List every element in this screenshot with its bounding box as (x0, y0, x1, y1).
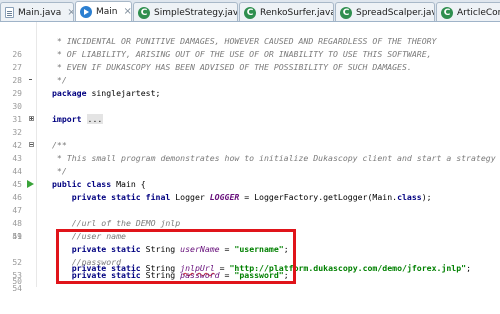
assign-op: = (219, 270, 235, 280)
code-line[interactable]: 30 package singlejartest; (0, 87, 500, 111)
keyword: public class (52, 179, 112, 189)
comment-text: * OF LIABILITY, ARISING OUT OF THE USE O… (52, 49, 432, 59)
tab-label: SimpleStrategy.java (154, 7, 238, 18)
tab-spread-scalper[interactable]: SpreadScalper.java × (335, 2, 435, 21)
keyword: private static final (52, 192, 171, 202)
string-literal: "username" (234, 244, 284, 254)
tab-article-content[interactable]: ArticleConte (436, 2, 500, 21)
type-name: Logger (170, 192, 210, 202)
java-file-icon (5, 7, 14, 18)
line-number: 55 (0, 295, 22, 298)
code-line[interactable]: 54 private static String password = "pas… (0, 269, 500, 293)
tab-label: SpreadScalper.java (356, 7, 435, 18)
password-declaration: private static String password = "passwo… (52, 269, 289, 282)
comment-text: //url of the DEMO jnlp (52, 218, 181, 228)
code-line[interactable]: 45 */ (0, 165, 500, 189)
keyword: package (52, 88, 87, 98)
java-class-icon (340, 6, 352, 19)
tab-main-run-config[interactable]: Main × (75, 1, 132, 21)
code-line[interactable]: 29 */ (0, 74, 500, 98)
code-line[interactable]: 46 public class Main { (0, 178, 500, 202)
string-literal: "password" (234, 270, 284, 280)
semicolon: ; (283, 270, 289, 280)
line-number: 51 (12, 232, 22, 241)
type-name: String (140, 244, 181, 254)
tab-renko-surfer[interactable]: RenkoSurfer.java × (239, 2, 334, 21)
code-line[interactable]: 42 (0, 126, 500, 150)
comment-text: /** (52, 140, 67, 150)
comment-text: * This small program demonstrates how to… (52, 153, 496, 163)
tab-label: Main (96, 7, 118, 17)
type-name: String (140, 270, 181, 280)
code-line[interactable]: 44 * This small program demonstrates how… (0, 152, 500, 176)
run-gutter-icon[interactable] (27, 180, 34, 188)
expression-end: ); (421, 192, 432, 202)
tab-label: Main.java (18, 7, 62, 18)
field-name: password (180, 270, 220, 280)
tab-main-java[interactable]: Main.java × (0, 2, 74, 22)
java-class-icon (244, 6, 256, 19)
comment-text: * INCIDENTAL OR PUNITIVE DAMAGES, HOWEVE… (52, 36, 437, 46)
code-line[interactable]: 51 //user name (0, 230, 500, 243)
code-line[interactable]: 31 (0, 100, 500, 124)
code-line[interactable]: 52 private static String userName = "use… (0, 243, 500, 267)
java-class-icon (441, 6, 453, 19)
keyword: private static (52, 270, 141, 280)
keyword: private static (52, 244, 141, 254)
field-name: userName (180, 244, 220, 254)
run-config-icon (80, 6, 92, 18)
close-icon[interactable]: × (124, 3, 132, 21)
semicolon: ; (283, 244, 289, 254)
fold-end-marker (29, 78, 34, 83)
import-statement: import ... (52, 113, 104, 126)
logger-declaration: private static final Logger LOGGER = Log… (52, 191, 432, 204)
tab-simple-strategy[interactable]: SimpleStrategy.java × (133, 2, 238, 21)
comment-text: * EVEN IF DUKASCOPY HAS BEEN ADVISED OF … (52, 62, 412, 72)
comment-text: */ (52, 166, 67, 176)
assign-op: = (219, 244, 235, 254)
comment-text: //user name (52, 231, 126, 241)
fold-expand-icon[interactable] (29, 116, 34, 121)
code-line[interactable]: 48 (0, 204, 500, 228)
class-declaration: public class Main { (52, 178, 146, 191)
tab-label: ArticleConte (457, 7, 500, 18)
package-declaration: package singlejartest; (52, 87, 160, 100)
code-line[interactable]: 47 private static final Logger LOGGER = … (0, 191, 500, 215)
java-class-icon (138, 6, 150, 19)
code-line[interactable]: 43 /** (0, 139, 500, 163)
keyword: import (52, 114, 82, 124)
comment-text: */ (52, 75, 67, 85)
close-icon[interactable]: × (67, 4, 73, 22)
username-declaration: private static String userName = "userna… (52, 243, 289, 256)
tab-label: RenkoSurfer.java (260, 7, 334, 18)
code-line[interactable]: 53 //password (0, 256, 500, 280)
code-line[interactable]: 26 * INCIDENTAL OR PUNITIVE DAMAGES, HOW… (0, 35, 500, 59)
comment-text: //password (52, 257, 122, 267)
package-name: singlejartest; (86, 88, 161, 98)
folded-imports[interactable]: ... (86, 114, 104, 124)
editor-tab-bar: Main.java × Main × SimpleStrategy.java ×… (0, 0, 500, 22)
class-name: Main { (111, 179, 146, 189)
code-line[interactable]: 27 * OF LIABILITY, ARISING OUT OF THE US… (0, 48, 500, 72)
keyword: class (397, 192, 422, 202)
expression: = LoggerFactory.getLogger(Main. (239, 192, 398, 202)
field-name: LOGGER (209, 192, 240, 202)
fold-collapse-icon[interactable] (29, 142, 34, 147)
code-line[interactable]: 32 import ... (0, 113, 500, 137)
code-line[interactable]: 49 //url of the DEMO jnlp (0, 217, 500, 241)
code-line[interactable]: 55 (0, 282, 500, 298)
code-line[interactable]: 28 * EVEN IF DUKASCOPY HAS BEEN ADVISED … (0, 61, 500, 85)
